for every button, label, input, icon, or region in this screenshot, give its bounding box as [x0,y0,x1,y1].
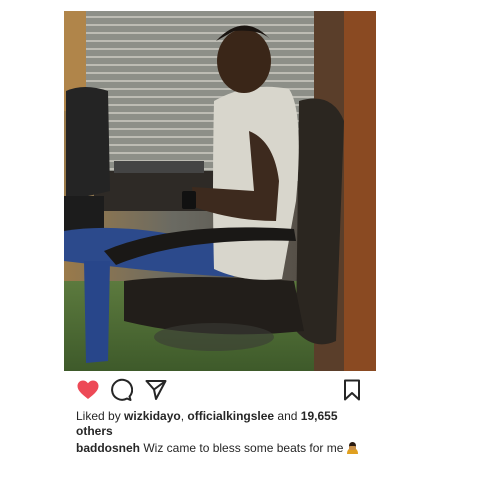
comment-button[interactable] [109,378,133,402]
save-button[interactable] [340,378,364,402]
instagram-post: Liked by wizkidayo, officialkingslee and… [0,0,480,485]
caption-username[interactable]: baddosneh [76,441,140,455]
share-button[interactable] [144,378,168,402]
likes-summary: Liked by wizkidayo, officialkingslee and… [76,409,366,439]
heart-filled-icon [77,380,99,399]
comment-icon [111,378,133,401]
likes-and: and [274,409,301,423]
liker-username[interactable]: wizkidayo [124,409,181,423]
post-action-bar [64,378,376,404]
likes-count[interactable]: 19,655 [301,409,338,423]
post-photo[interactable] [64,11,376,371]
bookmark-icon [344,379,360,401]
person-bowing-emoji-icon [346,441,359,458]
likes-prefix: Liked by [76,409,125,423]
post-caption: baddosneh Wiz came to bless some beats f… [76,441,376,458]
likes-others[interactable]: others [76,424,113,438]
like-button[interactable] [76,378,100,402]
send-icon [145,380,167,400]
post-photo-illustration [64,11,376,371]
caption-text: Wiz came to bless some beats for me [143,441,344,455]
liker-username[interactable]: officialkingslee [187,409,274,423]
